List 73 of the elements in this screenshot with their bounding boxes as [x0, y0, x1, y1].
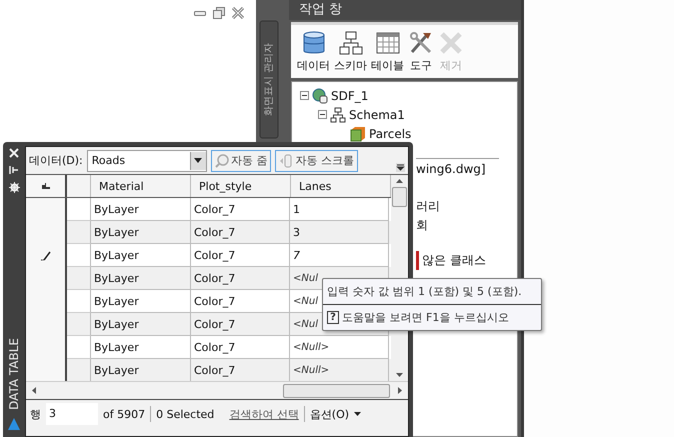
table-cell: Color_7	[191, 313, 290, 336]
column-header[interactable]: Plot_style	[191, 175, 291, 197]
pencil-icon	[40, 250, 50, 260]
table-cell: ByLayer	[91, 267, 191, 290]
down-arrow-icon[interactable]	[396, 373, 402, 377]
left-arrow-icon[interactable]	[32, 387, 36, 394]
pane-title: 작업 창	[289, 0, 521, 20]
row-label: 행	[30, 406, 41, 422]
table-icon	[374, 30, 400, 56]
tools-icon	[408, 30, 434, 56]
close-icon[interactable]	[232, 7, 244, 19]
row-count: of 5907	[103, 408, 146, 420]
select-by-search-link[interactable]: 검색하여 선택	[229, 406, 299, 422]
up-arrow-icon[interactable]	[396, 179, 402, 183]
tree-item[interactable]: Schema1	[349, 108, 405, 122]
tree-item[interactable]: 회	[416, 216, 428, 235]
table-cell: ByLayer	[91, 359, 191, 381]
options-menu[interactable]: 옵션(O)	[310, 406, 350, 422]
caret-icon	[194, 158, 202, 163]
pin-icon[interactable]	[9, 165, 19, 175]
table-cell: <Null>	[290, 359, 389, 381]
logo-icon	[7, 417, 21, 431]
table-cell	[67, 267, 91, 290]
right-arrow-icon[interactable]	[398, 387, 402, 394]
side-tab[interactable]: 화면표시 관리자	[260, 20, 278, 138]
x-icon	[438, 30, 464, 56]
tool-button[interactable]: 테이블	[371, 30, 404, 73]
source-dropdown[interactable]: Roads	[86, 150, 207, 172]
source-label: 데이터(D):	[29, 153, 83, 168]
tree-item[interactable]: 러리	[416, 197, 440, 216]
table-cell	[67, 221, 91, 244]
hierarchy-icon	[338, 30, 364, 56]
tool-button[interactable]: 데이터	[297, 30, 330, 73]
toolbar-button[interactable]: 자동 줌	[210, 150, 272, 172]
table-cell: Color_7	[191, 359, 290, 381]
table-cell: Color_7	[191, 221, 290, 244]
tree-item[interactable]: wing6.dwg]	[416, 160, 486, 179]
database-icon	[300, 30, 326, 56]
row-header[interactable]	[26, 198, 67, 221]
selected-count: 0 Selected	[156, 408, 214, 420]
globe-icon	[312, 88, 328, 104]
help-icon: ?	[327, 311, 339, 324]
settings-icon[interactable]	[8, 182, 20, 193]
column-header[interactable]: Material	[91, 175, 191, 197]
table-cell: ByLayer	[91, 221, 191, 244]
toolbar-button[interactable]: 자동 스크롤	[275, 150, 358, 172]
minimize-icon[interactable]	[194, 9, 206, 17]
collapse-toggle[interactable]	[318, 110, 327, 119]
caret-icon[interactable]	[354, 412, 362, 416]
scroll-thumb[interactable]	[283, 384, 390, 398]
row-number-field[interactable]: 3	[46, 403, 98, 425]
scroll-icon	[279, 154, 294, 168]
table-cell: Color_7	[191, 267, 290, 290]
tooltip-text: 입력 숫자 값 범위 1 (포함) 및 5 (포함).	[323, 279, 541, 305]
tree-item[interactable]: SDF_1	[331, 88, 368, 102]
collapse-toggle[interactable]	[300, 91, 309, 100]
hierarchy-icon	[330, 106, 346, 122]
tree-item[interactable]: 않은 클래스	[416, 251, 486, 270]
tree-item[interactable]: Parcels	[369, 126, 412, 140]
row-header[interactable]	[26, 359, 67, 381]
magnifier-icon	[214, 154, 229, 168]
table-cell: ByLayer	[91, 313, 191, 336]
horizontal-scrollbar[interactable]	[26, 381, 408, 400]
restore-icon[interactable]	[213, 7, 225, 19]
tool-button[interactable]: 스키마	[334, 30, 367, 73]
overflow-icon[interactable]	[396, 163, 405, 172]
sort-icon[interactable]	[42, 183, 50, 189]
table-cell: 3	[290, 221, 389, 244]
cube-icon	[350, 126, 366, 142]
scroll-thumb[interactable]	[392, 187, 406, 207]
tool-button[interactable]: 도구	[408, 30, 434, 73]
palette-title: DATA TABLE	[7, 338, 21, 410]
table-cell	[67, 313, 91, 336]
